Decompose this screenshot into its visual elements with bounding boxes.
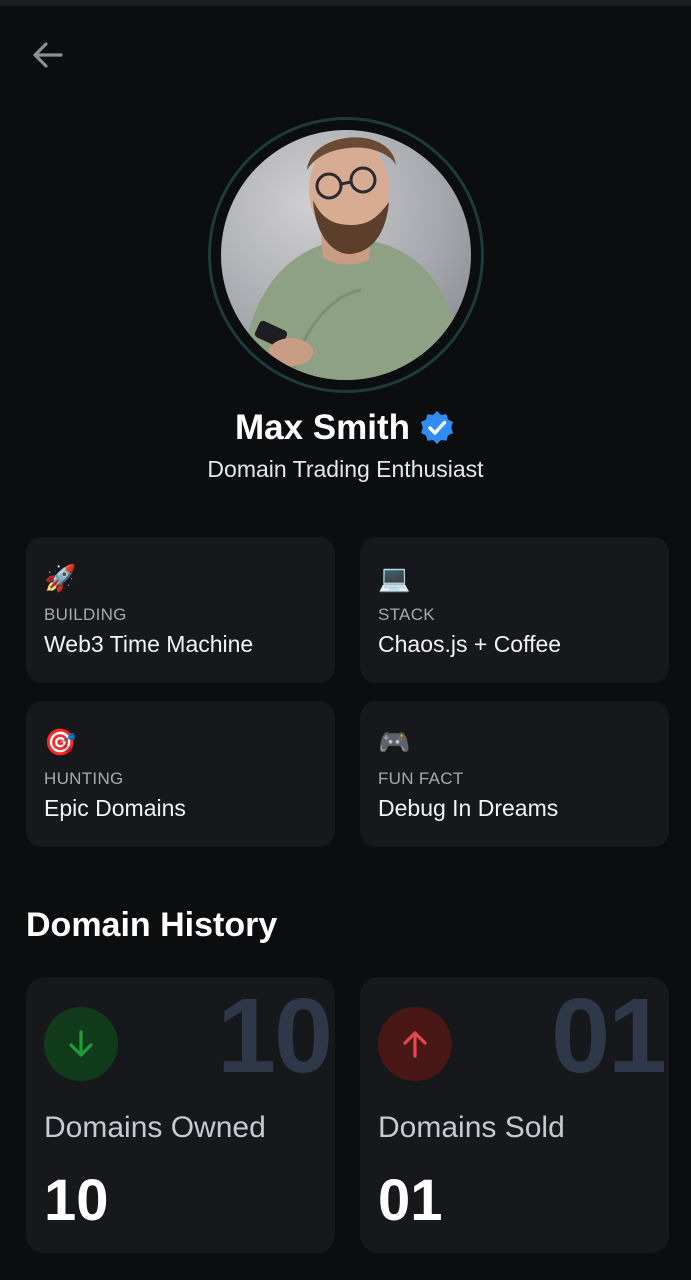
stat-icon-circle	[378, 1007, 452, 1081]
gamepad-icon: 🎮	[378, 727, 411, 757]
stat-label: Domains Owned	[44, 1111, 266, 1144]
card-stack: 💻 STACK Chaos.js + Coffee	[360, 537, 669, 683]
card-label: HUNTING	[44, 769, 124, 788]
stat-value: 01	[378, 1168, 443, 1233]
stat-background-number: 10	[217, 977, 333, 1095]
stat-label: Domains Sold	[378, 1111, 565, 1144]
verified-badge-icon	[421, 411, 454, 444]
profile-name: Max Smith	[234, 408, 411, 447]
stat-icon-circle	[44, 1007, 118, 1081]
card-fun-fact: 🎮 FUN FACT Debug In Dreams	[360, 701, 669, 847]
card-value: Chaos.js + Coffee	[378, 631, 562, 657]
arrow-up-icon	[403, 1031, 427, 1058]
card-building: 🚀 BUILDING Web3 Time Machine	[26, 537, 335, 683]
card-value: Debug In Dreams	[378, 795, 559, 821]
stat-value: 10	[44, 1168, 109, 1233]
card-value: Web3 Time Machine	[44, 631, 254, 657]
stat-card-domains-sold[interactable]: 01 Domains Sold 01	[360, 977, 669, 1253]
section-title-domain-history: Domain History	[26, 906, 278, 944]
stat-background-number: 01	[551, 977, 667, 1095]
card-hunting: 🎯 HUNTING Epic Domains	[26, 701, 335, 847]
arrow-down-icon	[69, 1030, 93, 1057]
arrow-left-icon	[33, 42, 63, 68]
back-button[interactable]	[24, 34, 72, 76]
profile-title: Domain Trading Enthusiast	[207, 456, 484, 482]
avatar-photo	[241, 137, 466, 380]
rocket-icon: 🚀	[44, 563, 77, 593]
status-bar-strip	[0, 0, 691, 6]
card-label: BUILDING	[44, 605, 127, 624]
stat-card-domains-owned[interactable]: 10 Domains Owned 10	[26, 977, 335, 1253]
card-value: Epic Domains	[44, 795, 186, 821]
profile-name-row: Max Smith	[0, 408, 691, 448]
card-label: STACK	[378, 605, 435, 624]
avatar[interactable]	[221, 130, 471, 380]
target-icon: 🎯	[44, 727, 77, 757]
laptop-icon: 💻	[378, 563, 411, 593]
avatar-ring	[208, 117, 484, 393]
card-label: FUN FACT	[378, 769, 464, 788]
